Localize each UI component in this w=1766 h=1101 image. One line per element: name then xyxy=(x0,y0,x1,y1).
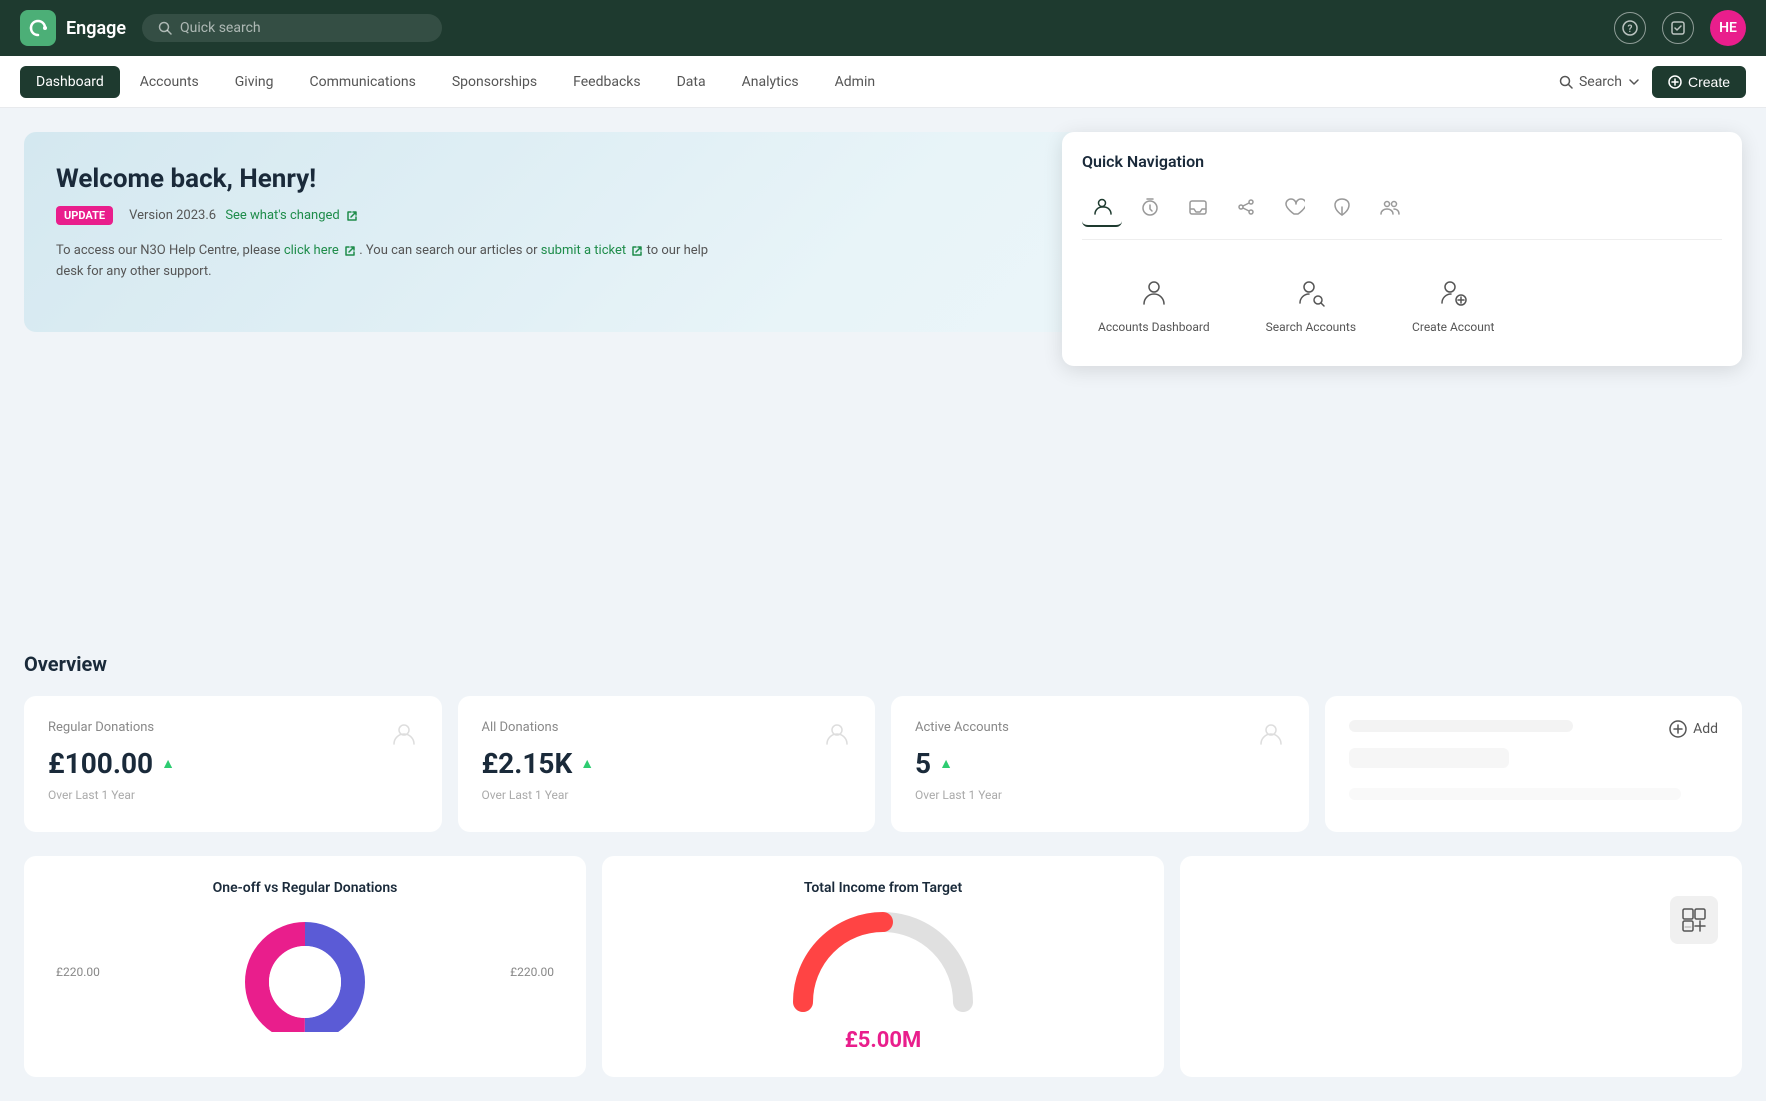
target-chart-title: Total Income from Target xyxy=(626,880,1140,896)
regular-donations-label: Regular Donations xyxy=(48,720,418,735)
qn-item-accounts-dashboard[interactable]: Accounts Dashboard xyxy=(1082,260,1226,346)
qn-tab-connections[interactable] xyxy=(1226,187,1266,227)
donut-left-label: £220.00 xyxy=(56,965,100,979)
logo-icon xyxy=(20,10,56,46)
regular-donations-period: Over Last 1 Year xyxy=(48,788,418,802)
search-accounts-label: Search Accounts xyxy=(1266,320,1356,334)
accounts-dashboard-icon xyxy=(1134,272,1174,312)
version-text: Version 2023.6 See what's changed xyxy=(129,208,358,223)
target-value: £5.00M xyxy=(626,1028,1140,1053)
qn-tab-timer[interactable] xyxy=(1130,187,1170,227)
qn-item-search-accounts[interactable]: Search Accounts xyxy=(1250,260,1372,346)
qn-tab-accounts[interactable] xyxy=(1082,187,1122,227)
create-label: Create xyxy=(1688,74,1730,90)
charts-grid: One-off vs Regular Donations £220.00 £22… xyxy=(24,856,1742,1077)
overview-section: Overview Regular Donations £100.00 ▲ Ove… xyxy=(24,652,1742,1077)
tab-dashboard[interactable]: Dashboard xyxy=(20,66,120,98)
stat-card-placeholder: Add xyxy=(1325,696,1743,832)
target-chart-card: Total Income from Target £5.00M xyxy=(602,856,1164,1077)
tab-giving[interactable]: Giving xyxy=(219,66,290,98)
accounts-dashboard-label: Accounts Dashboard xyxy=(1098,320,1210,334)
qn-tab-inbox[interactable] xyxy=(1178,187,1218,227)
active-accounts-icon xyxy=(1257,720,1285,754)
all-donations-label: All Donations xyxy=(482,720,852,735)
tab-data[interactable]: Data xyxy=(661,66,722,98)
app-logo[interactable]: Engage xyxy=(20,10,126,46)
search-accounts-icon xyxy=(1291,272,1331,312)
donut-chart-title: One-off vs Regular Donations xyxy=(48,880,562,896)
active-accounts-period: Over Last 1 Year xyxy=(915,788,1285,802)
qn-item-create-account[interactable]: Create Account xyxy=(1396,260,1510,346)
search-icon xyxy=(158,21,172,35)
secondary-navigation: Dashboard Accounts Giving Communications… xyxy=(0,56,1766,108)
add-widget-label: Add xyxy=(1693,721,1718,737)
active-accounts-value: 5 ▲ xyxy=(915,747,1285,780)
top-nav-right: ? HE xyxy=(1614,10,1746,46)
quick-nav-icon-tabs xyxy=(1082,187,1722,240)
all-donations-icon xyxy=(823,720,851,754)
quick-nav-title: Quick Navigation xyxy=(1082,152,1722,171)
search-icon-secondary xyxy=(1559,75,1573,89)
quick-nav-panel: Quick Navigation xyxy=(1062,132,1742,366)
update-badge: UPDATE xyxy=(56,206,113,225)
regular-donations-icon xyxy=(390,720,418,754)
stat-card-active-accounts: Active Accounts 5 ▲ Over Last 1 Year xyxy=(891,696,1309,832)
create-button[interactable]: Create xyxy=(1652,66,1746,98)
qn-tab-heart[interactable] xyxy=(1274,187,1314,227)
widget-icon-svg xyxy=(1680,906,1708,934)
top-navigation: Engage Quick search ? HE xyxy=(0,0,1766,56)
user-avatar[interactable]: HE xyxy=(1710,10,1746,46)
quick-search-label: Quick search xyxy=(180,20,261,36)
add-widget-icon xyxy=(1669,720,1687,738)
add-widget-button[interactable]: Add xyxy=(1669,720,1718,738)
all-donations-trend: ▲ xyxy=(580,755,594,772)
external-link-icon-2 xyxy=(344,245,356,257)
search-chevron-icon xyxy=(1628,76,1640,88)
help-text: To access our N3O Help Centre, please cl… xyxy=(56,241,736,283)
tasks-button[interactable] xyxy=(1662,12,1694,44)
quick-search-bar[interactable]: Quick search xyxy=(142,14,442,42)
active-accounts-label: Active Accounts xyxy=(915,720,1285,735)
all-donations-value: £2.15K ▲ xyxy=(482,747,852,780)
tab-analytics[interactable]: Analytics xyxy=(726,66,815,98)
create-account-label: Create Account xyxy=(1412,320,1494,334)
submit-ticket-link[interactable]: submit a ticket xyxy=(541,243,647,258)
secondary-nav-right: Search Create xyxy=(1559,66,1746,98)
stat-card-all-donations: All Donations £2.15K ▲ Over Last 1 Year xyxy=(458,696,876,832)
regular-donations-trend: ▲ xyxy=(161,755,175,772)
tab-accounts[interactable]: Accounts xyxy=(124,66,215,98)
see-changes-link[interactable]: See what's changed xyxy=(225,208,358,223)
widget-icon-btn[interactable] xyxy=(1670,896,1718,944)
qn-tab-giving[interactable] xyxy=(1322,187,1362,227)
main-content: Welcome back, Henry! UPDATE Version 2023… xyxy=(0,108,1766,1101)
overview-title: Overview xyxy=(24,652,1742,676)
app-name: Engage xyxy=(66,18,126,39)
create-plus-icon xyxy=(1668,75,1682,89)
quick-nav-items: Accounts Dashboard Search Accounts xyxy=(1082,260,1722,346)
svg-text:?: ? xyxy=(1628,24,1633,35)
regular-donations-value: £100.00 ▲ xyxy=(48,747,418,780)
stats-grid: Regular Donations £100.00 ▲ Over Last 1 … xyxy=(24,696,1742,832)
help-button[interactable]: ? xyxy=(1614,12,1646,44)
click-here-link[interactable]: click here xyxy=(284,243,359,258)
tab-admin[interactable]: Admin xyxy=(819,66,891,98)
donut-chart-card: One-off vs Regular Donations £220.00 £22… xyxy=(24,856,586,1077)
all-donations-period: Over Last 1 Year xyxy=(482,788,852,802)
create-account-icon xyxy=(1433,272,1473,312)
tab-communications[interactable]: Communications xyxy=(293,66,431,98)
tab-feedbacks[interactable]: Feedbacks xyxy=(557,66,656,98)
donut-right-label: £220.00 xyxy=(510,965,554,979)
widget-icon-wrap xyxy=(1204,896,1718,944)
search-label: Search xyxy=(1579,74,1622,90)
donut-chart-visual xyxy=(235,912,375,1032)
external-link-icon-3 xyxy=(631,245,643,257)
target-chart-visual xyxy=(783,912,983,1012)
active-accounts-trend: ▲ xyxy=(939,755,953,772)
search-button[interactable]: Search xyxy=(1559,74,1640,90)
widget-chart-card xyxy=(1180,856,1742,1077)
tab-sponsorships[interactable]: Sponsorships xyxy=(436,66,553,98)
stat-card-regular-donations: Regular Donations £100.00 ▲ Over Last 1 … xyxy=(24,696,442,832)
external-link-icon xyxy=(346,210,358,222)
qn-tab-team[interactable] xyxy=(1370,187,1410,227)
